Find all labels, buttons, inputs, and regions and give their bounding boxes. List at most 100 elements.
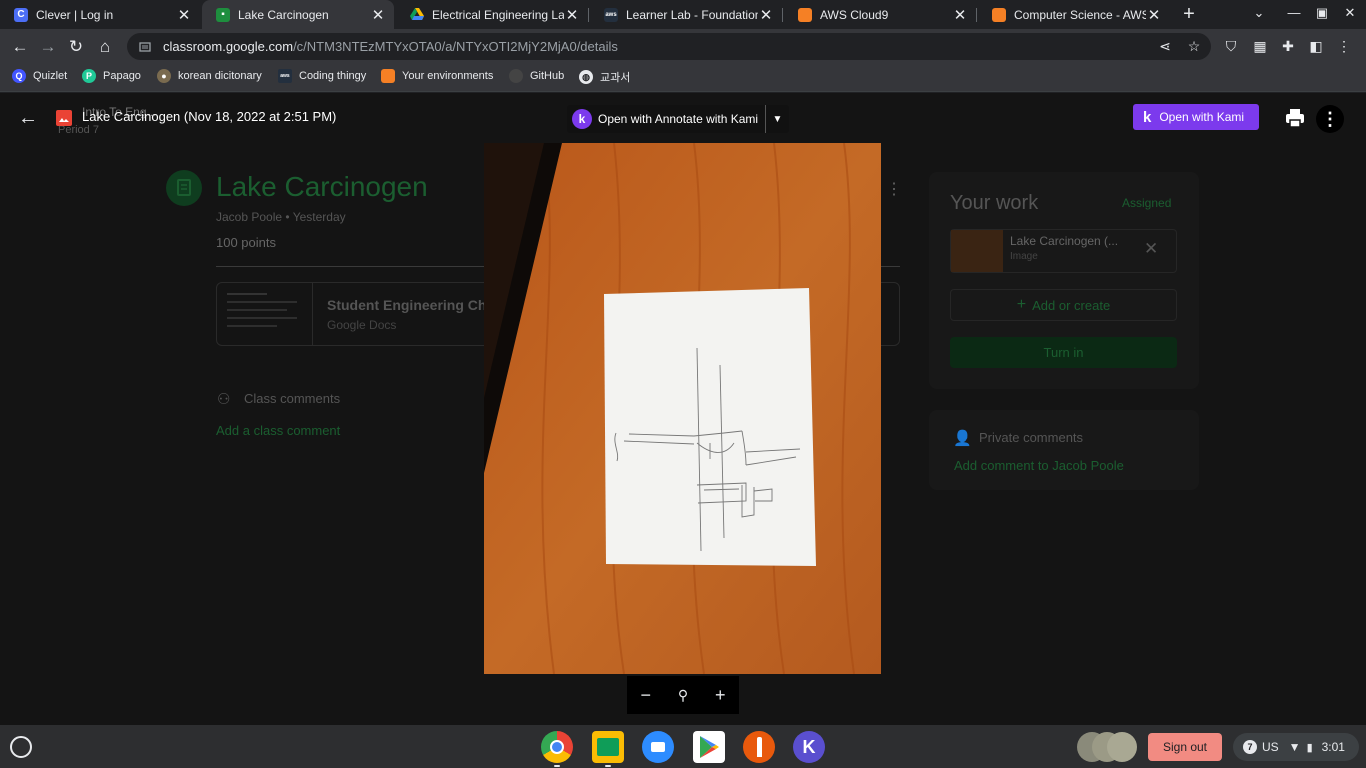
zoom-app-icon[interactable] bbox=[642, 731, 674, 763]
system-tray[interactable]: 7 US ▼ ▮ 3:01 bbox=[1233, 733, 1359, 761]
add-private-comment-link[interactable]: Add comment to Jacob Poole bbox=[954, 458, 1124, 473]
more-options-icon[interactable]: ⋮ bbox=[1316, 105, 1344, 133]
tab-lake-carcinogen[interactable]: ▪ Lake Carcinogen ✕ bbox=[202, 0, 394, 29]
github-icon bbox=[509, 69, 523, 83]
bookmark-papago[interactable]: P Papago bbox=[82, 69, 141, 83]
os-shelf: K Sign out 7 US ▼ ▮ 3:01 bbox=[0, 725, 1366, 768]
tab-divider bbox=[782, 8, 783, 22]
zoom-in-icon[interactable]: + bbox=[715, 685, 726, 706]
url-text: classroom.google.com/c/NTM3NTEzMTYxOTA0/… bbox=[163, 39, 618, 54]
home-icon[interactable]: ⌂ bbox=[93, 35, 117, 59]
close-viewer-arrow-icon[interactable]: ← bbox=[18, 107, 40, 129]
close-icon[interactable]: ✕ bbox=[952, 6, 968, 24]
puzzle-extensions-icon[interactable]: ✚ bbox=[1279, 37, 1297, 55]
close-icon[interactable]: ✕ bbox=[176, 6, 192, 24]
minimize-icon[interactable]: — bbox=[1284, 5, 1304, 20]
tab-search-icon[interactable]: ⌄ bbox=[1249, 5, 1269, 21]
running-indicator bbox=[605, 765, 611, 767]
chrome-menu-icon[interactable]: ⋮ bbox=[1335, 37, 1353, 55]
drive-icon bbox=[410, 8, 424, 22]
address-bar[interactable]: classroom.google.com/c/NTM3NTEzMTYxOTA0/… bbox=[127, 33, 1211, 60]
bookmark-label: Papago bbox=[103, 70, 141, 82]
close-icon[interactable]: ✕ bbox=[564, 6, 580, 24]
aws-cube-icon bbox=[992, 7, 1006, 22]
your-work-heading: Your work bbox=[950, 192, 1039, 214]
close-icon[interactable]: ✕ bbox=[1146, 6, 1162, 24]
reload-icon[interactable]: ↻ bbox=[64, 35, 88, 59]
kami-button-label: Open with Kami bbox=[1159, 110, 1245, 124]
forward-arrow-icon[interactable]: → bbox=[36, 35, 60, 59]
bookmark-star-icon[interactable]: ☆ bbox=[1185, 37, 1203, 55]
add-or-create-button[interactable]: + Add or create bbox=[950, 289, 1177, 321]
work-file-chip[interactable]: Lake Carcinogen (... Image ✕ bbox=[950, 229, 1177, 273]
bookmark-label: Your environments bbox=[402, 70, 494, 82]
bookmark-coding-thingy[interactable]: aws Coding thingy bbox=[278, 69, 366, 83]
bookmarks-bar: Q Quizlet P Papago ● korean dicitonary aws C… bbox=[0, 64, 1366, 92]
clock-time: 3:01 bbox=[1321, 740, 1345, 754]
work-file-name: Lake Carcinogen (... bbox=[1010, 234, 1119, 248]
sign-out-button[interactable]: Sign out bbox=[1148, 733, 1222, 761]
close-window-icon[interactable]: ✕ bbox=[1340, 5, 1360, 21]
tab-divider bbox=[976, 8, 977, 22]
tab-computer-science[interactable]: Computer Science - AWS Cl ✕ bbox=[978, 0, 1170, 29]
bookmark-textbook[interactable]: ◍ 교과서 bbox=[579, 69, 630, 85]
work-file-type: Image bbox=[1010, 251, 1038, 262]
assignment-more-icon[interactable]: ⋮ bbox=[886, 179, 902, 199]
points-label: 100 points bbox=[216, 235, 276, 250]
turn-in-button[interactable]: Turn in bbox=[950, 337, 1177, 368]
globe-icon: ◍ bbox=[579, 70, 593, 84]
kami-app-icon[interactable]: K bbox=[793, 731, 825, 763]
kami-icon: k bbox=[1143, 108, 1152, 126]
close-icon[interactable]: ✕ bbox=[370, 6, 386, 24]
share-icon[interactable]: ⋖ bbox=[1156, 37, 1174, 55]
bookmark-quizlet[interactable]: Q Quizlet bbox=[12, 69, 67, 83]
print-icon[interactable] bbox=[1284, 107, 1306, 129]
chrome-app-icon[interactable] bbox=[541, 731, 573, 763]
play-store-icon[interactable] bbox=[693, 731, 725, 763]
clever-icon: C bbox=[14, 7, 28, 22]
tab-electrical-engineering[interactable]: Electrical Engineering Lab 4 ✕ bbox=[396, 0, 588, 29]
aws-icon: aws bbox=[278, 69, 292, 83]
launcher-icon[interactable] bbox=[10, 736, 32, 758]
classroom-app-icon[interactable] bbox=[592, 731, 624, 763]
chevron-down-icon[interactable]: ▼ bbox=[765, 105, 789, 133]
tab-aws-cloud9[interactable]: AWS Cloud9 ✕ bbox=[784, 0, 976, 29]
zoom-reset-icon[interactable]: ⚲ bbox=[678, 687, 688, 704]
zoom-out-icon[interactable]: − bbox=[640, 685, 651, 706]
tab-clever[interactable]: C Clever | Log in ✕ bbox=[0, 0, 200, 29]
person-icon: 👤 bbox=[953, 430, 972, 447]
bookmark-your-environments[interactable]: Your environments bbox=[381, 69, 493, 83]
tab-learner-lab[interactable]: aws Learner Lab - Foundational ✕ bbox=[590, 0, 782, 29]
open-with-kami-button[interactable]: k Open with Kami bbox=[1133, 104, 1259, 130]
viewed-image bbox=[484, 143, 881, 674]
add-or-create-label: Add or create bbox=[1032, 297, 1111, 313]
site-info-icon[interactable] bbox=[139, 41, 151, 53]
open-with-annotate-button[interactable]: k Open with Annotate with Kami ▼ bbox=[567, 105, 789, 133]
plus-icon: + bbox=[1016, 296, 1027, 313]
tab-title: Learner Lab - Foundational bbox=[626, 7, 758, 22]
input-method-label: US bbox=[1262, 740, 1279, 754]
user-avatars[interactable] bbox=[1077, 732, 1137, 762]
add-class-comment-link[interactable]: Add a class comment bbox=[216, 423, 340, 438]
canvas-pencil-app-icon[interactable] bbox=[743, 731, 775, 763]
avatar bbox=[1107, 732, 1137, 762]
shield-extension-icon[interactable]: ⛉ bbox=[1222, 37, 1240, 55]
close-icon[interactable]: ✕ bbox=[758, 6, 774, 24]
side-panel-icon[interactable]: ◧ bbox=[1307, 37, 1325, 55]
back-arrow-icon[interactable]: ← bbox=[8, 35, 32, 59]
assignment-icon bbox=[166, 170, 202, 206]
image-file-icon bbox=[56, 110, 72, 126]
bookmark-label: Quizlet bbox=[33, 70, 68, 82]
maximize-icon[interactable]: ▣ bbox=[1312, 5, 1332, 21]
tab-title: Computer Science - AWS Cl bbox=[1014, 7, 1146, 22]
screenshot-extension-icon[interactable]: ▦ bbox=[1251, 37, 1269, 55]
bookmark-korean-dictionary[interactable]: ● korean dicitonary bbox=[157, 69, 262, 83]
aws-icon: aws bbox=[604, 7, 618, 22]
sign-out-label: Sign out bbox=[1162, 740, 1208, 754]
remove-file-icon[interactable]: ✕ bbox=[1144, 239, 1158, 259]
aws-cube-icon bbox=[798, 7, 812, 22]
attachment-type: Google Docs bbox=[327, 318, 397, 332]
bookmark-github[interactable]: GitHub bbox=[509, 69, 564, 83]
new-tab-button[interactable]: + bbox=[1179, 3, 1199, 26]
people-icon: ⚇ bbox=[217, 391, 231, 408]
